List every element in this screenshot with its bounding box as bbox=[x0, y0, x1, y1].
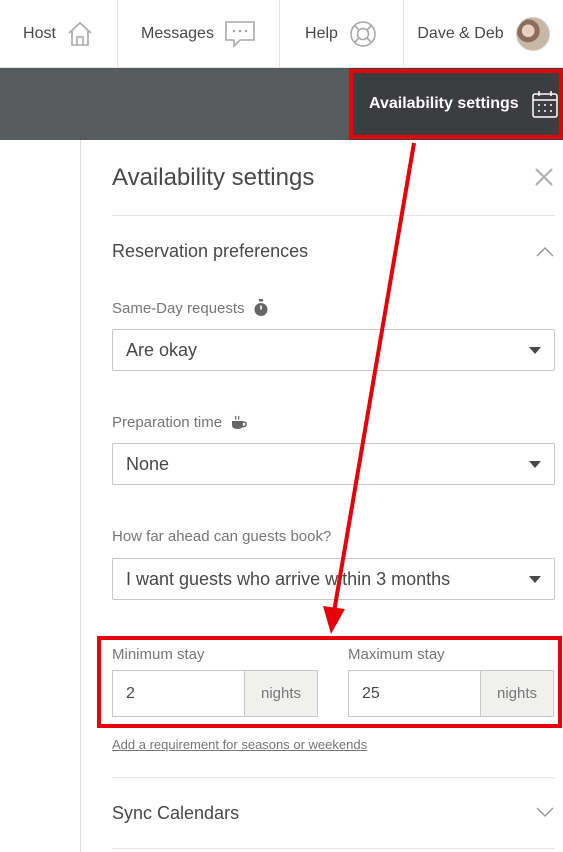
sync-calendars-header[interactable]: Sync Calendars bbox=[112, 803, 239, 824]
chat-bubble-icon bbox=[225, 21, 255, 48]
nav-help-label: Help bbox=[305, 25, 338, 42]
max-stay-label: Maximum stay bbox=[348, 646, 445, 663]
max-stay-unit: nights bbox=[480, 671, 553, 716]
panel-title: Availability settings bbox=[112, 164, 315, 191]
min-stay-label: Minimum stay bbox=[112, 646, 205, 663]
min-stay-input[interactable]: 2 bbox=[113, 671, 244, 716]
house-icon bbox=[68, 21, 92, 46]
prep-time-label: Preparation time bbox=[112, 414, 248, 431]
dropdown-caret-icon bbox=[529, 347, 541, 354]
max-stay-input[interactable]: 25 bbox=[349, 671, 480, 716]
availability-settings-label: Availability settings bbox=[369, 95, 519, 112]
nav-help[interactable]: Help bbox=[280, 0, 404, 68]
availability-settings-panel: Availability settings Reservation prefer… bbox=[80, 140, 563, 852]
coffee-cup-icon bbox=[232, 415, 247, 429]
same-day-label: Same-Day requests bbox=[112, 299, 269, 317]
same-day-select[interactable]: Are okay bbox=[112, 329, 555, 371]
nav-user-menu[interactable]: Dave & Deb bbox=[404, 0, 563, 68]
prep-time-label-text: Preparation time bbox=[112, 414, 223, 431]
divider bbox=[112, 848, 555, 849]
close-icon[interactable] bbox=[533, 166, 555, 188]
advance-booking-select[interactable]: I want guests who arrive within 3 months bbox=[112, 558, 555, 600]
nav-messages-label: Messages bbox=[141, 25, 214, 42]
prep-time-value: None bbox=[126, 453, 170, 474]
add-requirement-link[interactable]: Add a requirement for seasons or weekend… bbox=[112, 737, 367, 752]
advance-booking-label: How far ahead can guests book? bbox=[112, 528, 331, 545]
nav-host[interactable]: Host bbox=[0, 0, 118, 68]
chevron-down-icon[interactable] bbox=[536, 806, 554, 818]
divider bbox=[112, 215, 555, 216]
nav-messages[interactable]: Messages bbox=[118, 0, 280, 68]
avatar bbox=[515, 17, 550, 51]
same-day-label-text: Same-Day requests bbox=[112, 299, 245, 317]
nav-host-label: Host bbox=[23, 25, 56, 42]
top-navigation: Host Messages Help Dave & Deb bbox=[0, 0, 563, 68]
same-day-value: Are okay bbox=[126, 339, 198, 360]
min-stay-field[interactable]: 2 nights bbox=[112, 670, 318, 717]
lifebuoy-icon bbox=[350, 21, 376, 47]
advance-booking-label-text: How far ahead can guests book? bbox=[112, 528, 332, 545]
max-stay-field[interactable]: 25 nights bbox=[348, 670, 554, 717]
calendar-icon bbox=[531, 91, 558, 118]
stopwatch-icon bbox=[254, 299, 268, 316]
dropdown-caret-icon bbox=[529, 461, 541, 468]
prep-time-select[interactable]: None bbox=[112, 443, 555, 485]
chevron-up-icon[interactable] bbox=[536, 245, 554, 257]
user-name: Dave & Deb bbox=[417, 25, 504, 42]
min-stay-unit: nights bbox=[244, 671, 317, 716]
reservation-preferences-header[interactable]: Reservation preferences bbox=[112, 241, 308, 262]
advance-booking-value: I want guests who arrive within 3 months bbox=[126, 568, 451, 589]
availability-settings-button[interactable]: Availability settings bbox=[349, 68, 563, 140]
divider bbox=[112, 777, 555, 778]
dropdown-caret-icon bbox=[529, 576, 541, 583]
